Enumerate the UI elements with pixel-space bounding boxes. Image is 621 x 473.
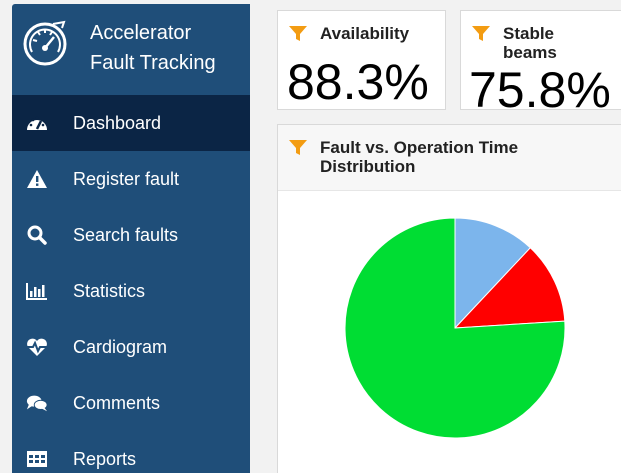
- filter-icon[interactable]: [288, 24, 308, 44]
- kpi-label-line1: Stable: [503, 24, 555, 43]
- app-title-line2: Fault Tracking: [90, 52, 216, 74]
- bar-chart-icon: [26, 280, 48, 302]
- filter-icon[interactable]: [471, 24, 491, 44]
- brand-header[interactable]: Accelerator Fault Tracking: [12, 4, 250, 95]
- sidebar-item-cardiogram[interactable]: Cardiogram: [12, 319, 250, 375]
- sidebar-item-comments[interactable]: Comments: [12, 375, 250, 431]
- search-icon: [26, 224, 48, 246]
- kpi-label: Stable beams: [503, 24, 557, 62]
- kpi-value: 75.8%: [469, 62, 611, 118]
- sidebar: Accelerator Fault Tracking Dashboard Reg…: [12, 4, 250, 473]
- distribution-title: Fault vs. Operation Time Distribution: [320, 138, 518, 176]
- app-root: Accelerator Fault Tracking Dashboard Reg…: [0, 0, 621, 473]
- app-title: Accelerator Fault Tracking: [90, 18, 216, 78]
- sidebar-item-label: Dashboard: [73, 112, 162, 133]
- heartbeat-icon: [26, 336, 48, 358]
- dashboard-gauge-icon: [26, 112, 48, 134]
- kpi-value: 88.3%: [287, 54, 429, 110]
- sidebar-item-label: Comments: [73, 392, 161, 413]
- distribution-card-header: Fault vs. Operation Time Distribution: [278, 125, 621, 191]
- sidebar-item-register-fault[interactable]: Register fault: [12, 151, 250, 207]
- kpi-label-line2: beams: [503, 43, 557, 62]
- kpi-label: Availability: [320, 24, 410, 43]
- comments-icon: [26, 392, 48, 414]
- sidebar-item-statistics[interactable]: Statistics: [12, 263, 250, 319]
- sidebar-item-label: Search faults: [73, 224, 179, 245]
- sidebar-item-label: Statistics: [73, 280, 146, 301]
- sidebar-item-label: Cardiogram: [73, 336, 168, 357]
- app-title-line1: Accelerator: [90, 22, 192, 44]
- distribution-title-line1: Fault vs. Operation Time: [320, 138, 519, 157]
- distribution-card: Fault vs. Operation Time Distribution: [277, 124, 621, 473]
- sidebar-item-label: Reports: [73, 448, 137, 469]
- sidebar-item-search-faults[interactable]: Search faults: [12, 207, 250, 263]
- sidebar-item-reports[interactable]: Reports: [12, 431, 250, 473]
- main-content: Availability 88.3% Stable beams 75.8% Fa…: [262, 0, 621, 473]
- pie-chart[interactable]: [278, 191, 621, 473]
- sidebar-item-dashboard[interactable]: Dashboard: [12, 95, 250, 151]
- speedometer-logo-icon: [23, 20, 67, 66]
- warning-triangle-icon: [26, 168, 48, 190]
- table-icon: [26, 448, 48, 470]
- sidebar-item-label: Register fault: [73, 168, 180, 189]
- filter-icon[interactable]: [288, 138, 308, 158]
- kpi-card-stable-beams[interactable]: Stable beams 75.8%: [460, 10, 621, 118]
- kpi-card-availability[interactable]: Availability 88.3%: [277, 10, 446, 110]
- distribution-title-line2: Distribution: [320, 157, 416, 176]
